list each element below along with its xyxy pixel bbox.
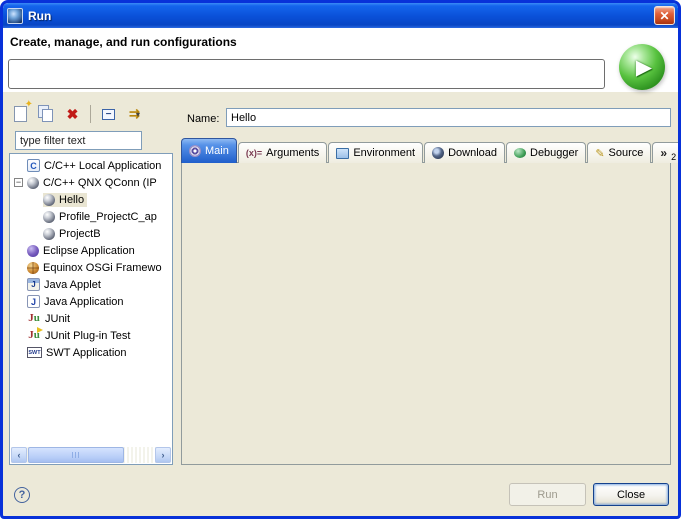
source-icon: ✎ bbox=[595, 147, 604, 160]
run-dialog: Run ✕ Create, manage, and run configurat… bbox=[0, 0, 681, 519]
scroll-left-icon[interactable]: ‹ bbox=[11, 447, 27, 463]
java-applet-icon: J bbox=[27, 278, 40, 291]
duplicate-configuration-button[interactable] bbox=[37, 105, 56, 124]
tree-item-projectb[interactable]: ProjectB bbox=[10, 225, 172, 242]
close-button[interactable]: Close bbox=[593, 483, 669, 506]
qnx-qconn-icon bbox=[43, 228, 55, 240]
environment-icon bbox=[336, 148, 349, 159]
scrollbar-thumb[interactable] bbox=[28, 447, 124, 463]
header-banner: Create, manage, and run configurations ▶ bbox=[3, 28, 678, 92]
tree-item-cpp-local-application[interactable]: CC/C++ Local Application bbox=[10, 157, 172, 174]
collapse-all-icon: − bbox=[102, 109, 115, 120]
tab-overflow-icon: » bbox=[660, 146, 667, 160]
scroll-right-icon[interactable]: › bbox=[155, 447, 171, 463]
tab-overflow[interactable]: » 2 bbox=[652, 142, 681, 163]
message-area bbox=[8, 59, 605, 89]
chevron-down-icon: ▾ bbox=[136, 110, 140, 119]
new-configuration-button[interactable]: ✦ bbox=[11, 105, 30, 124]
tab-environment[interactable]: Environment bbox=[328, 142, 423, 163]
run-banner-icon: ▶ bbox=[619, 44, 665, 90]
tree-item-hello[interactable]: Hello bbox=[10, 191, 172, 208]
equinox-icon bbox=[27, 262, 39, 274]
tab-debugger[interactable]: Debugger bbox=[506, 142, 586, 163]
tree-item-equinox-osgi[interactable]: Equinox OSGi Framewo bbox=[10, 259, 172, 276]
qnx-qconn-icon bbox=[43, 194, 55, 206]
name-label: Name: bbox=[187, 113, 219, 125]
delete-configuration-button[interactable]: ✖ bbox=[63, 105, 82, 124]
tab-bar: Main (x)= Arguments Environment Download… bbox=[181, 138, 681, 163]
tree-item-swt-application[interactable]: SWTSWT Application bbox=[10, 344, 172, 361]
junit-icon: Ju bbox=[27, 312, 41, 325]
window-title: Run bbox=[28, 9, 51, 23]
new-icon: ✦ bbox=[25, 99, 33, 110]
help-icon: ? bbox=[19, 489, 26, 501]
main-tab-panel bbox=[181, 162, 671, 465]
configuration-tree[interactable]: CC/C++ Local Application − C/C++ QNX QCo… bbox=[9, 153, 173, 465]
filter-configurations-button[interactable]: ⇉ ▾ bbox=[125, 105, 144, 124]
eclipse-icon bbox=[27, 245, 39, 257]
qnx-qconn-icon bbox=[43, 211, 55, 223]
close-icon[interactable]: ✕ bbox=[654, 6, 675, 25]
name-input[interactable] bbox=[226, 108, 671, 127]
c-application-icon: C bbox=[27, 159, 40, 172]
help-button[interactable]: ? bbox=[14, 487, 30, 503]
tree-item-junit[interactable]: JuJUnit bbox=[10, 310, 172, 327]
qnx-qconn-icon bbox=[27, 177, 39, 189]
run-dialog-icon bbox=[7, 8, 23, 24]
toolbar-separator bbox=[90, 105, 91, 123]
delete-icon: ✖ bbox=[67, 106, 79, 123]
tree-item-profile-projectc[interactable]: Profile_ProjectC_ap bbox=[10, 208, 172, 225]
tree-item-junit-plugin-test[interactable]: JuJUnit Plug-in Test bbox=[10, 327, 172, 344]
tab-source[interactable]: ✎ Source bbox=[587, 142, 651, 163]
collapse-all-button[interactable]: − bbox=[99, 105, 118, 124]
swt-application-icon: SWT bbox=[27, 347, 42, 358]
filter-text-input[interactable] bbox=[15, 131, 142, 150]
download-icon bbox=[432, 147, 444, 159]
tree-item-eclipse-application[interactable]: Eclipse Application bbox=[10, 242, 172, 259]
arguments-icon: (x)= bbox=[246, 148, 262, 158]
collapse-expander-icon[interactable]: − bbox=[14, 178, 23, 187]
junit-plugin-icon: Ju bbox=[27, 329, 41, 342]
tree-item-java-application[interactable]: JJava Application bbox=[10, 293, 172, 310]
tree-item-java-applet[interactable]: JJava Applet bbox=[10, 276, 172, 293]
tree-horizontal-scrollbar[interactable]: ‹ › bbox=[11, 447, 171, 463]
tab-arguments[interactable]: (x)= Arguments bbox=[238, 142, 327, 163]
tab-download[interactable]: Download bbox=[424, 142, 505, 163]
tab-main[interactable]: Main bbox=[181, 138, 237, 163]
page-title: Create, manage, and run configurations bbox=[10, 35, 237, 49]
main-tab-icon bbox=[189, 145, 201, 157]
run-button[interactable]: Run bbox=[509, 483, 586, 506]
java-application-icon: J bbox=[27, 295, 40, 308]
titlebar[interactable]: Run ✕ bbox=[3, 3, 678, 28]
tree-item-cpp-qnx-qconn[interactable]: − C/C++ QNX QConn (IP bbox=[10, 174, 172, 191]
debugger-icon bbox=[514, 148, 526, 158]
config-toolbar: ✦ ✖ − ⇉ ▾ bbox=[11, 102, 144, 126]
